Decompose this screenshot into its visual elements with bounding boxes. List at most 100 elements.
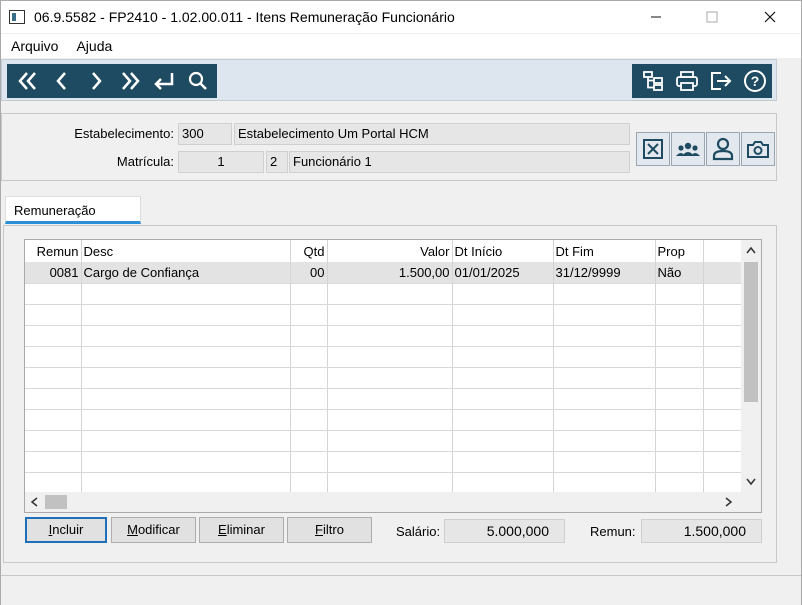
help-icon: ?	[744, 70, 766, 92]
empty-cell	[452, 409, 554, 431]
funcionario-name-field: Funcionário 1	[289, 151, 630, 173]
tools-toolbar: ?	[632, 64, 772, 98]
empty-cell	[81, 430, 291, 452]
close-record-button[interactable]	[636, 132, 670, 166]
empty-cell	[553, 346, 656, 368]
empty-cell	[553, 304, 656, 326]
empty-cell	[553, 325, 656, 347]
matricula-field[interactable]: 1	[178, 151, 264, 173]
empty-cell	[81, 346, 291, 368]
empty-cell	[452, 346, 554, 368]
empty-cell	[655, 325, 704, 347]
minimize-button[interactable]	[633, 1, 679, 33]
empty-cell	[25, 346, 82, 368]
horizontal-scroll-thumb[interactable]	[45, 495, 67, 509]
table-row[interactable]	[25, 451, 742, 473]
empty-cell	[327, 325, 453, 347]
return-button[interactable]	[147, 66, 181, 96]
table-row[interactable]	[25, 346, 742, 368]
vertical-scrollbar[interactable]	[741, 240, 761, 492]
empty-cell	[327, 388, 453, 410]
user-icon	[712, 137, 734, 161]
horizontal-scrollbar[interactable]	[25, 492, 761, 512]
empty-cell	[81, 472, 291, 494]
group-users-button[interactable]	[671, 132, 705, 166]
table-row[interactable]	[25, 409, 742, 431]
exit-icon	[711, 72, 732, 90]
table-row[interactable]	[25, 472, 742, 494]
next-record-button[interactable]	[79, 66, 113, 96]
empty-cell	[327, 346, 453, 368]
column-header-desc[interactable]: Desc	[81, 240, 291, 262]
empty-cell	[655, 430, 704, 452]
scroll-left-icon[interactable]	[30, 497, 38, 507]
empty-cell	[327, 430, 453, 452]
empty-cell	[703, 472, 742, 494]
empty-cell	[655, 472, 704, 494]
empty-cell	[290, 451, 328, 473]
empty-cell	[327, 472, 453, 494]
menu-ajuda[interactable]: Ajuda	[76, 38, 112, 54]
incluir-button[interactable]: Incluir	[25, 517, 107, 543]
application-window: 06.9.5582 - FP2410 - 1.02.00.011 - Itens…	[0, 0, 802, 605]
table-row[interactable]	[25, 430, 742, 452]
empty-cell	[25, 283, 82, 305]
scroll-right-icon[interactable]	[725, 497, 733, 507]
remun-total-field: 1.500,000	[641, 519, 762, 543]
scroll-up-icon[interactable]	[746, 246, 756, 254]
empty-cell	[452, 430, 554, 452]
header-action-buttons	[636, 132, 775, 166]
column-header-dt-inicio[interactable]: Dt Início	[452, 240, 554, 262]
empty-cell	[452, 367, 554, 389]
close-icon	[764, 11, 776, 23]
table-row[interactable]: 0081 Cargo de Confiança 00 1.500,00 01/0…	[25, 262, 742, 284]
column-header-dt-fim[interactable]: Dt Fim	[553, 240, 656, 262]
help-button[interactable]: ?	[738, 66, 772, 96]
empty-cell	[553, 388, 656, 410]
empty-cell	[25, 388, 82, 410]
estabelecimento-label: Estabelecimento:	[74, 126, 174, 141]
empty-cell	[553, 451, 656, 473]
empty-cell	[703, 346, 742, 368]
maximize-button[interactable]	[689, 1, 735, 33]
exit-button[interactable]	[704, 66, 738, 96]
modificar-button[interactable]: Modificar	[111, 517, 196, 543]
table-row[interactable]	[25, 388, 742, 410]
search-icon	[188, 71, 207, 90]
user-button[interactable]	[706, 132, 740, 166]
previous-record-button[interactable]	[45, 66, 79, 96]
menu-arquivo[interactable]: Arquivo	[11, 38, 58, 54]
structure-button[interactable]	[636, 66, 670, 96]
vertical-scroll-thumb[interactable]	[744, 262, 758, 402]
estabelecimento-code-field[interactable]: 300	[178, 123, 232, 145]
first-record-button[interactable]	[11, 66, 45, 96]
last-record-button[interactable]	[113, 66, 147, 96]
table-row[interactable]	[25, 304, 742, 326]
print-button[interactable]	[670, 66, 704, 96]
tab-remuneracao[interactable]: Remuneração	[5, 196, 141, 224]
filtro-button[interactable]: Filtro	[287, 517, 372, 543]
search-button[interactable]	[181, 66, 215, 96]
empty-cell	[327, 409, 453, 431]
minimize-icon	[651, 16, 661, 18]
empty-cell	[452, 304, 554, 326]
empty-cell	[452, 325, 554, 347]
table-row[interactable]	[25, 325, 742, 347]
previous-record-icon	[56, 72, 66, 90]
empty-cell	[703, 430, 742, 452]
close-window-button[interactable]	[747, 1, 793, 33]
empty-cell	[655, 409, 704, 431]
table-header-row: Remun Desc Qtd Valor Dt Início Dt Fim Pr…	[25, 240, 742, 262]
eliminar-button[interactable]: Eliminar	[199, 517, 284, 543]
scroll-down-icon[interactable]	[746, 478, 756, 486]
column-header-remun[interactable]: Remun	[25, 240, 82, 262]
table-row[interactable]	[25, 283, 742, 305]
column-header-valor[interactable]: Valor	[327, 240, 453, 262]
first-record-icon	[18, 72, 36, 90]
last-record-icon	[122, 72, 140, 90]
empty-cell	[703, 451, 742, 473]
column-header-prop[interactable]: Prop	[655, 240, 704, 262]
table-row[interactable]	[25, 367, 742, 389]
camera-button[interactable]	[741, 132, 775, 166]
column-header-qtd[interactable]: Qtd	[290, 240, 328, 262]
